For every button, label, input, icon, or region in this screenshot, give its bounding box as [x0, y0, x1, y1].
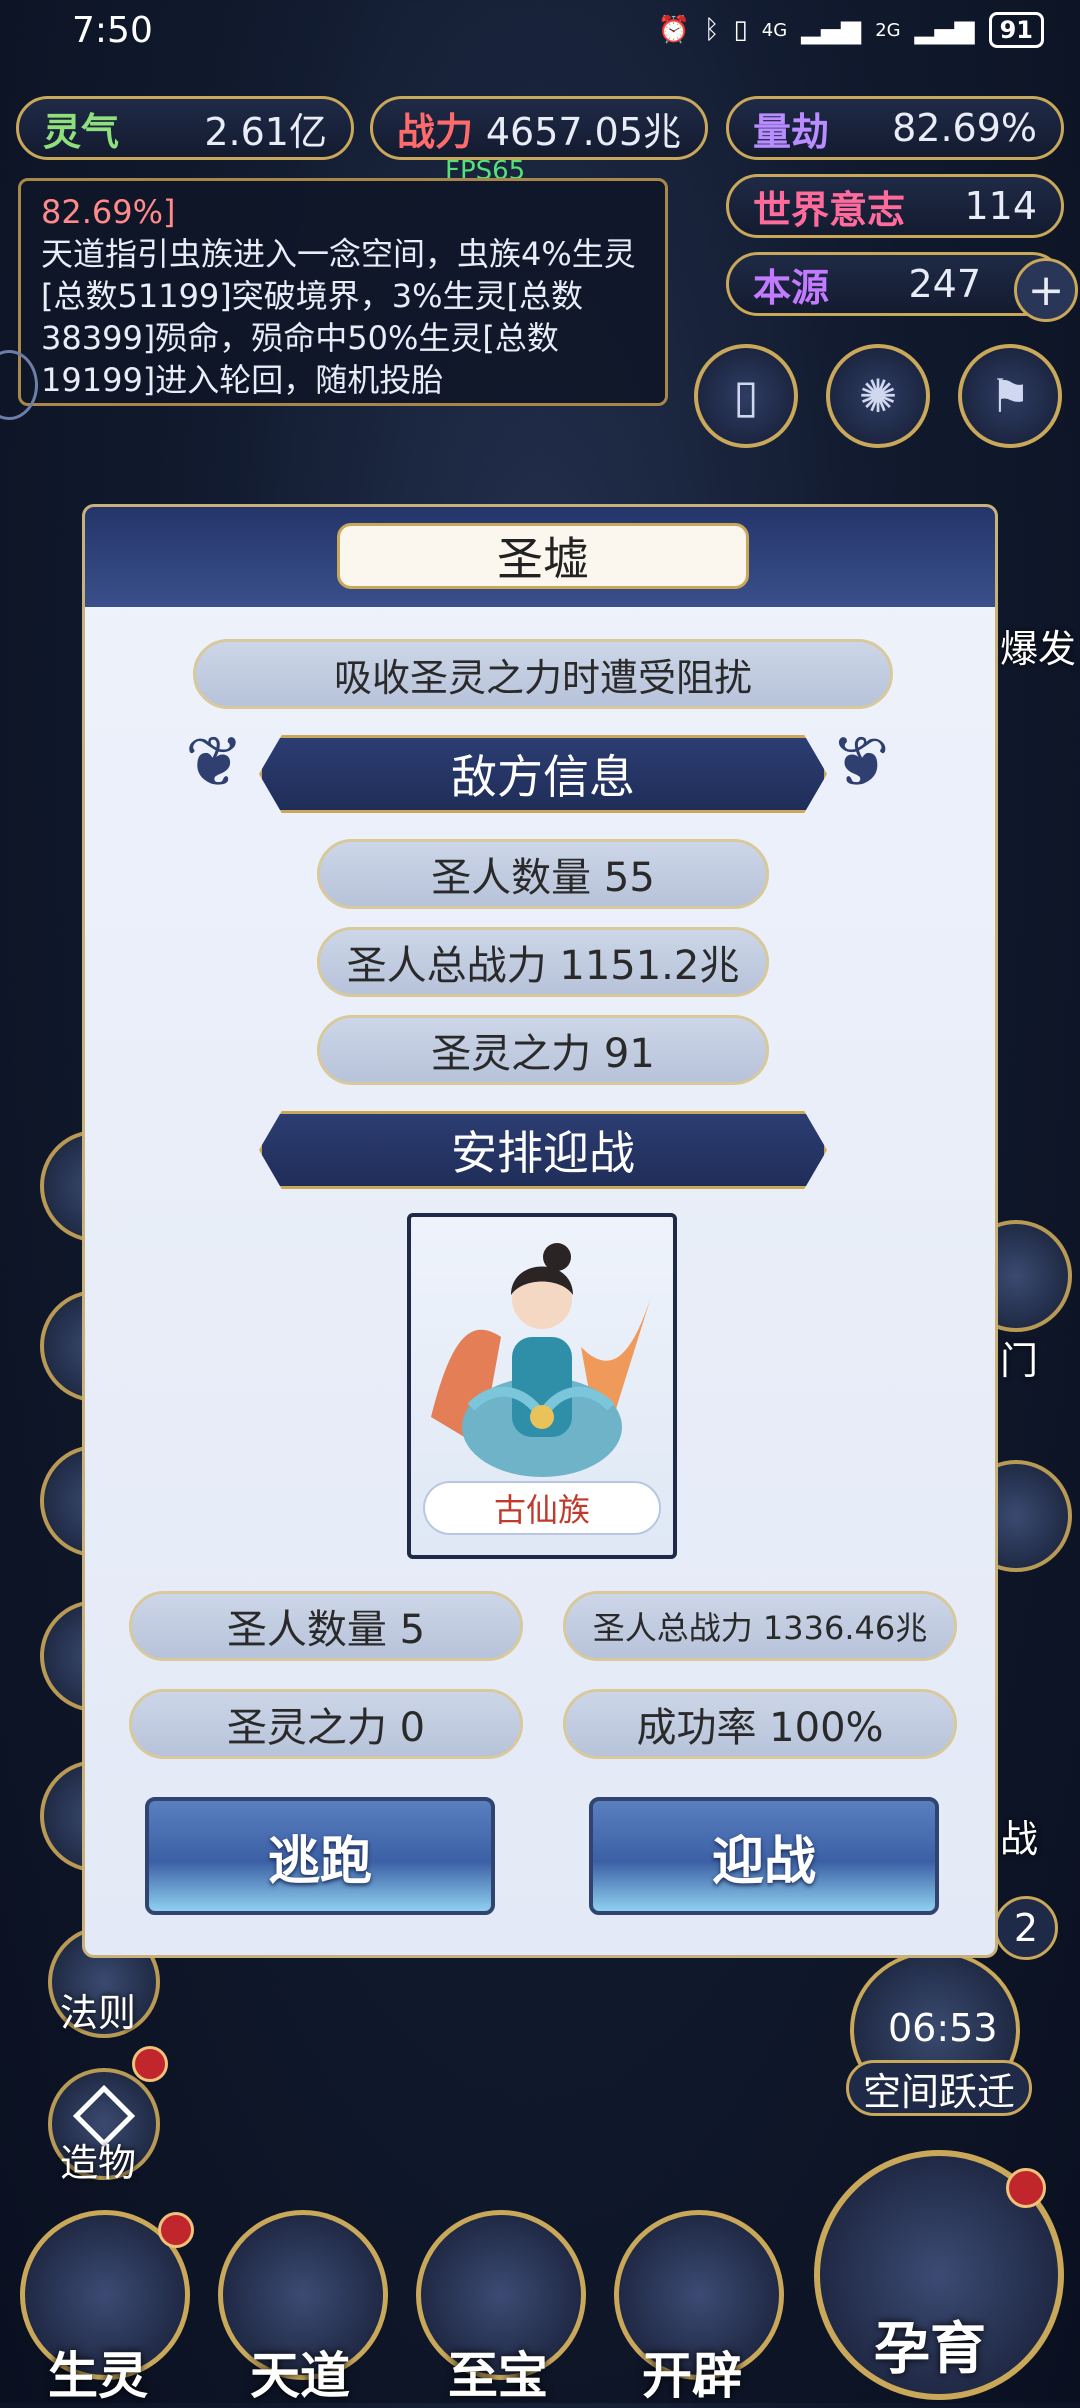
zhan-fragment: 战 — [1000, 1817, 1039, 1861]
add-benyuan-button[interactable]: + — [1014, 258, 1078, 322]
liangjie-stat[interactable]: 量劫 82.69% — [726, 96, 1064, 160]
status-icons: ⏰ ᛒ ▯ 4G ▂▄▆ 2G ▂▄▆ 91 — [657, 12, 1044, 48]
wing-left-icon: ❦ — [185, 721, 244, 803]
vibrate-icon: ▯ — [733, 15, 748, 45]
enemy-info-header: 敌方信息 — [259, 735, 827, 813]
zhanli-value: 4657.05兆 — [485, 109, 681, 154]
flee-button[interactable]: 逃跑 — [145, 1797, 495, 1915]
ally-count: 圣人数量 5 — [129, 1591, 523, 1661]
character-portrait — [431, 1243, 651, 1477]
card-icon: ▯ — [733, 369, 759, 423]
men-fragment: 门 — [1000, 1339, 1039, 1383]
success-rate: 成功率 100% — [563, 1689, 957, 1759]
flag-icon: ⚑ — [989, 369, 1031, 423]
benyuan-label: 本源 — [753, 264, 830, 310]
card-icon-button[interactable]: ▯ — [694, 344, 798, 448]
signal-icon: ▂▄▆ — [801, 15, 862, 45]
alarm-icon: ⏰ — [657, 15, 690, 45]
shijie-value: 114 — [964, 184, 1037, 228]
event-log: 82.69%] 天道指引虫族进入一念空间，虫族4%生灵[总数51199]突破境界… — [18, 178, 668, 406]
event-description: 吸收圣灵之力时遭受阻扰 — [193, 639, 893, 709]
space-jump-label: 空间跃迁 — [846, 2060, 1032, 2116]
zhanli-stat: 战力 4657.05兆 — [370, 96, 708, 160]
zhanli-label: 战力 — [397, 108, 474, 154]
nav-zhibao-label: 至宝 — [448, 2346, 548, 2405]
liangjie-value: 82.69% — [892, 106, 1037, 150]
lingqi-stat: 灵气 2.61亿 — [16, 96, 354, 160]
nav-shengling-label: 生灵 — [48, 2346, 148, 2405]
benyuan-value: 247 — [908, 262, 981, 306]
modal-title: 圣墟 — [337, 523, 749, 589]
lingqi-label: 灵气 — [43, 108, 120, 154]
nav-yunyu-label: 孕育 — [874, 2316, 986, 2382]
ally-power: 圣人总战力 1336.46兆 — [563, 1591, 957, 1661]
arrange-battle-header: 安排迎战 — [259, 1111, 827, 1189]
signal-icon-2: ▂▄▆ — [914, 15, 975, 45]
count-badge: 2 — [994, 1896, 1058, 1960]
liangjie-label: 量劫 — [753, 108, 830, 154]
ally-force: 圣灵之力 0 — [129, 1689, 523, 1759]
battery-indicator: 91 — [988, 12, 1044, 48]
lingqi-value: 2.61亿 — [204, 109, 327, 154]
flag-icon-button[interactable]: ⚑ — [958, 344, 1062, 448]
benyuan-stat: 本源 247 — [726, 252, 1064, 316]
fight-button[interactable]: 迎战 — [589, 1797, 939, 1915]
yunyu-notification-dot — [1006, 2168, 1046, 2208]
enemy-count: 圣人数量 55 — [317, 839, 769, 909]
space-jump-timer: 06:53 — [888, 2006, 998, 2050]
shijie-stat[interactable]: 世界意志 114 — [726, 174, 1064, 238]
log-text: 天道指引虫族进入一念空间，虫族4%生灵[总数51199]突破境界，3%生灵[总数… — [41, 235, 636, 399]
clock: 7:50 — [72, 10, 153, 51]
baofa-fragment: 爆发 — [1000, 627, 1077, 671]
signal-4g-icon: 4G — [761, 19, 788, 41]
vortex-icon-button[interactable]: ✺ — [826, 344, 930, 448]
nav-tiandao-label: 天道 — [250, 2346, 350, 2405]
shengling-notification-dot — [158, 2212, 194, 2248]
battle-modal: 圣墟 吸收圣灵之力时遭受阻扰 ❦ 敌方信息 ❦ 圣人数量 55 圣人总战力 11… — [82, 504, 998, 1958]
faze-label: 法则 — [60, 1991, 137, 2035]
nav-kaipi-label: 开辟 — [642, 2346, 742, 2405]
status-bar: 7:50 ⏰ ᛒ ▯ 4G ▂▄▆ 2G ▂▄▆ 91 — [0, 0, 1080, 64]
wing-right-icon: ❦ — [831, 721, 890, 803]
enemy-force: 圣灵之力 91 — [317, 1015, 769, 1085]
zaowu-notification-dot — [132, 2046, 168, 2082]
shijie-label: 世界意志 — [753, 186, 906, 232]
bluetooth-icon: ᛒ — [703, 15, 720, 45]
signal-2g-icon: 2G — [875, 19, 901, 41]
zaowu-label: 造物 — [60, 2141, 137, 2185]
character-card[interactable]: 古仙族 — [407, 1213, 677, 1559]
enemy-power: 圣人总战力 1151.2兆 — [317, 927, 769, 997]
vortex-icon: ✺ — [858, 369, 898, 423]
character-race-label: 古仙族 — [423, 1481, 661, 1535]
log-percent: 82.69%] — [41, 193, 176, 231]
